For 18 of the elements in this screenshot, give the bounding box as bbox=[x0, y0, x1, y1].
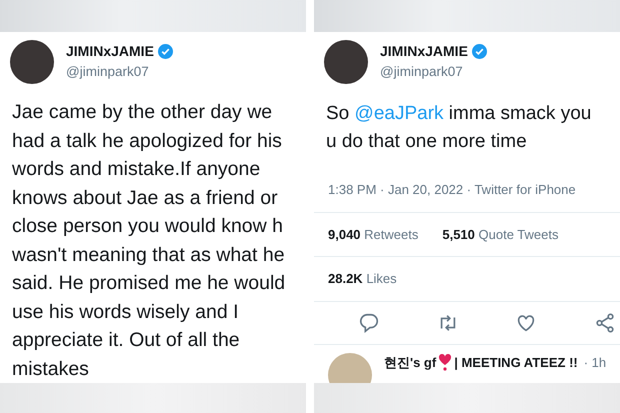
heart-exclamation-icon bbox=[438, 353, 452, 372]
stat-count[interactable]: 9,040 Retweets bbox=[328, 224, 418, 244]
reply-time: · 1h bbox=[584, 354, 606, 372]
tweet-text: So @eaJPark imma smack you u do that one more time bbox=[326, 102, 592, 154]
share-icon[interactable] bbox=[594, 312, 616, 334]
display-name: JIMINxJAMIE bbox=[380, 42, 468, 62]
user-handle: @jiminpark07 bbox=[380, 63, 464, 82]
avatar bbox=[324, 40, 368, 84]
stat-count[interactable]: 28.2K Likes bbox=[328, 269, 397, 288]
stat-count[interactable]: 5,510 Quote Tweets bbox=[442, 224, 558, 244]
reply-author-tagline: | MEETING ATEEZ !! bbox=[454, 354, 578, 372]
avatar bbox=[10, 40, 54, 84]
speech-bubble-icon[interactable] bbox=[358, 312, 380, 334]
tweet-timestamp: 1:38 PM · Jan 20, 2022 · Twitter for iPhone bbox=[327, 181, 577, 199]
display-name: JIMINxJAMIE bbox=[66, 42, 154, 62]
reply-author-name: 현진's gf bbox=[384, 354, 436, 372]
tweet-text: Jae came by the other day we had a talk he apologized for his words and mistake.If anyone knows about Jae as a friend or close person you would know h wasn't meaning that as what he said. He promised me he would use his words wisely and I appreciate it. Out of all the mistakes bbox=[12, 100, 286, 382]
user-handle: @jiminpark07 bbox=[66, 63, 150, 82]
